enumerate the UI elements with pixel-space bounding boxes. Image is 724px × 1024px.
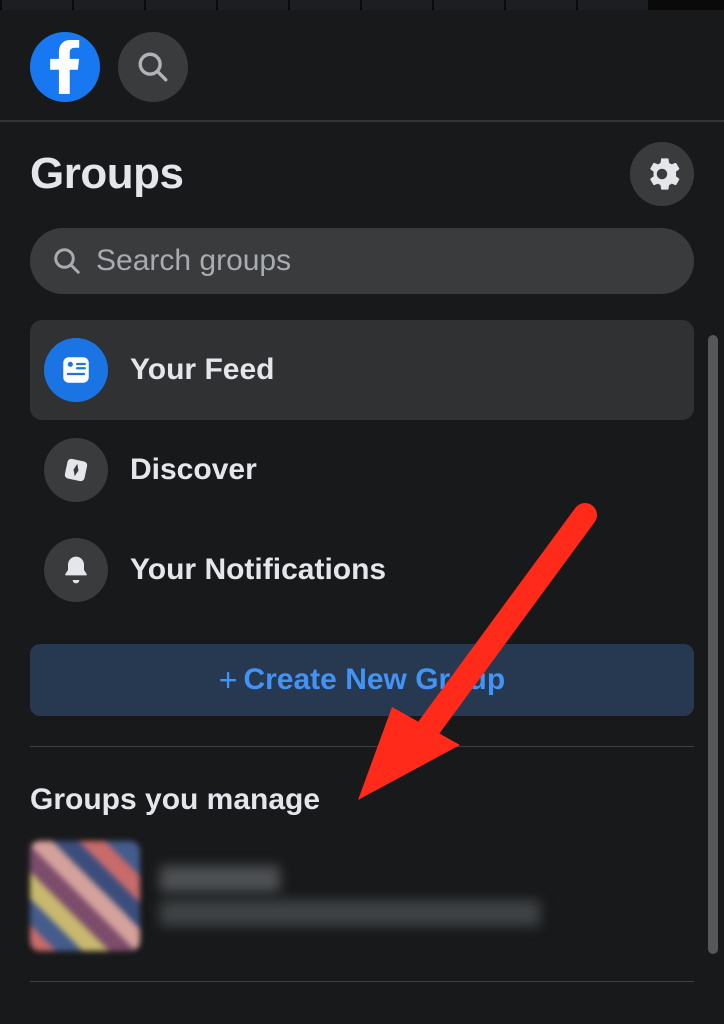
group-text-redacted — [160, 866, 540, 926]
nav-item-label: Your Feed — [130, 353, 274, 387]
feed-icon — [44, 338, 108, 402]
search-icon — [52, 246, 82, 276]
nav-item-your-feed[interactable]: Your Feed — [30, 320, 694, 420]
scrollbar[interactable] — [708, 335, 718, 954]
search-groups-input[interactable] — [96, 244, 672, 278]
settings-button[interactable] — [630, 142, 694, 206]
nav-item-label: Your Notifications — [130, 553, 386, 587]
groups-you-manage-heading: Groups you manage — [30, 783, 694, 817]
discover-icon — [44, 438, 108, 502]
item-divider — [30, 981, 694, 982]
search-groups-field[interactable] — [30, 228, 694, 294]
global-search-button[interactable] — [118, 32, 188, 102]
gear-icon — [644, 156, 680, 192]
top-header — [0, 10, 724, 120]
create-button-label: Create New Group — [243, 663, 505, 697]
page-title: Groups — [30, 149, 183, 199]
groups-panel: Groups Your Feed — [0, 122, 724, 982]
nav-item-discover[interactable]: Discover — [30, 420, 694, 520]
nav-item-notifications[interactable]: Your Notifications — [30, 520, 694, 620]
facebook-logo[interactable] — [30, 32, 100, 102]
managed-group-item[interactable] — [30, 841, 694, 981]
nav-item-label: Discover — [130, 453, 257, 487]
bell-icon — [44, 538, 108, 602]
create-new-group-button[interactable]: + Create New Group — [30, 644, 694, 716]
title-row: Groups — [30, 142, 694, 206]
plus-icon: + — [219, 662, 238, 699]
browser-tabs-fragment — [0, 0, 724, 10]
section-divider — [30, 746, 694, 747]
group-thumbnail — [30, 841, 140, 951]
search-icon — [136, 50, 170, 84]
facebook-f-icon — [43, 40, 87, 94]
